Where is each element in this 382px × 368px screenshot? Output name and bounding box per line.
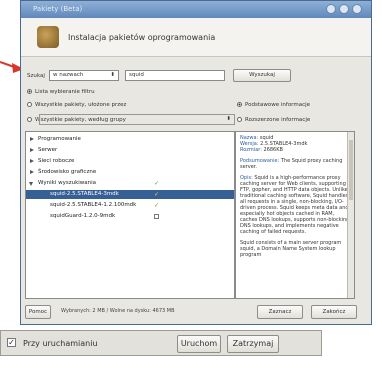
spin-icon: ⬍	[110, 72, 115, 78]
close-button[interactable]: Zakończ	[311, 305, 357, 319]
check-icon[interactable]: ✓	[154, 192, 159, 198]
filter-option-1[interactable]: Lista wybieranie filtru	[27, 89, 95, 95]
package-manager-window: Pakiety (Beta) Instalacja pakietów oprog…	[20, 0, 372, 325]
info-option-extended[interactable]: Rozszerzone informacje	[237, 117, 310, 123]
tree-item[interactable]: squid-2.5.STABLE4-1.2.100mdk ✓	[26, 201, 234, 210]
tree-item-label: Środowisko graficzne	[38, 169, 97, 175]
startup-checkbox[interactable]: ✓	[7, 338, 16, 347]
tree-item[interactable]: Wyniki wyszukiwania ✓	[26, 179, 234, 188]
collapse-icon[interactable]	[29, 182, 33, 186]
tree-item-selected[interactable]: squid-2.5.STABLE4-3mdk ✓	[26, 190, 234, 199]
filter-option-2[interactable]: Wszystkie pakiety, ułożone przez	[27, 102, 126, 108]
radio-icon	[27, 117, 32, 122]
title-bar[interactable]: Pakiety (Beta)	[21, 1, 371, 18]
checkbox-icon[interactable]	[154, 214, 159, 219]
info-summary-row: Podsumowanie: The Squid proxy caching se…	[240, 158, 350, 170]
tree-item-label: Programowanie	[38, 136, 81, 142]
maximize-icon[interactable]	[339, 4, 349, 14]
radio-icon	[237, 117, 242, 122]
search-scope-value: w nazwach	[53, 72, 84, 78]
search-button[interactable]: Wyszukaj	[233, 69, 291, 82]
info-option-extended-label: Rozszerzone informacje	[245, 117, 311, 123]
run-button[interactable]: Uruchom	[177, 335, 221, 353]
search-input[interactable]: squid	[125, 70, 225, 81]
info-size-row: Rozmiar: 2686KB	[240, 147, 350, 153]
search-label: Szukaj	[27, 73, 45, 79]
radio-selected-icon	[237, 102, 242, 107]
scrollbar-thumb[interactable]	[349, 140, 353, 200]
stop-button[interactable]: Zatrzymaj	[227, 335, 279, 353]
tree-item-label: squidGuard-1.2.0-9mdk	[50, 213, 116, 219]
tree-item[interactable]: Programowanie	[26, 135, 234, 144]
tree-item[interactable]: Sieci robocze	[26, 157, 234, 166]
tree-item-label: squid-2.5.STABLE4-1.2.100mdk	[50, 202, 137, 208]
package-info-panel: Nazwa: squid Wersja: 2.5.STABLE4-3mdk Ro…	[235, 131, 355, 299]
tree-item[interactable]: squidGuard-1.2.0-9mdk	[26, 212, 234, 221]
spin-icon: ⬍	[226, 116, 231, 122]
package-icon	[37, 26, 59, 48]
info-size-key: Rozmiar:	[240, 147, 262, 153]
filter-option-1-label: Lista wybieranie filtru	[35, 89, 95, 95]
info-desc-value: Squid is a high-performance proxy cachin…	[240, 175, 350, 235]
tree-item-label: Wyniki wyszukiwania	[38, 180, 97, 186]
search-input-value: squid	[129, 72, 144, 78]
filter-option-2-label: Wszystkie pakiety, ułożone przez	[35, 102, 127, 108]
info-description-more: Squid consists of a main server program …	[240, 240, 342, 258]
startup-toolbar: ✓ Przy uruchamianiu Uruchom Zatrzymaj	[0, 330, 322, 356]
check-icon[interactable]: ✓	[154, 203, 159, 209]
expand-icon[interactable]	[30, 148, 34, 152]
select-button[interactable]: Zaznacz	[257, 305, 303, 319]
tree-item-label: Serwer	[38, 147, 58, 153]
tree-item-label: squid-2.5.STABLE4-3mdk	[50, 191, 119, 197]
package-tree[interactable]: Programowanie Serwer Sieci robocze Środo…	[25, 131, 235, 299]
check-icon[interactable]: ✓	[154, 181, 159, 187]
group-select[interactable]: ⬍	[39, 114, 235, 125]
info-option-basic[interactable]: Podstawowe informacje	[237, 102, 310, 108]
help-button[interactable]: Pomoc	[25, 305, 51, 319]
radio-icon	[27, 102, 32, 107]
page-title: Instalacja pakietów oprogramowania	[68, 33, 216, 42]
expand-icon[interactable]	[30, 137, 34, 141]
info-scrollbar[interactable]	[347, 132, 354, 298]
expand-icon[interactable]	[30, 159, 34, 163]
tree-item[interactable]: Serwer	[26, 146, 234, 155]
info-description: Opis: Squid is a high-performance proxy …	[240, 175, 350, 235]
radio-selected-icon	[27, 89, 32, 94]
search-scope-select[interactable]: w nazwach ⬍	[49, 70, 119, 81]
tree-item-label: Sieci robocze	[38, 158, 75, 164]
info-size-value: 2686KB	[263, 147, 283, 153]
minimize-icon[interactable]	[326, 4, 336, 14]
tree-item[interactable]: Środowisko graficzne	[26, 168, 234, 177]
info-option-basic-label: Podstawowe informacje	[245, 102, 311, 108]
header-banner: Instalacja pakietów oprogramowania	[21, 18, 371, 57]
startup-checkbox-label: Przy uruchamianiu	[23, 339, 98, 348]
status-text: Wybranych: 2 MB / Wolne na dysku: 4673 M…	[61, 308, 175, 314]
window-title: Pakiety (Beta)	[33, 5, 83, 13]
expand-icon[interactable]	[30, 170, 34, 174]
close-icon[interactable]	[352, 4, 362, 14]
